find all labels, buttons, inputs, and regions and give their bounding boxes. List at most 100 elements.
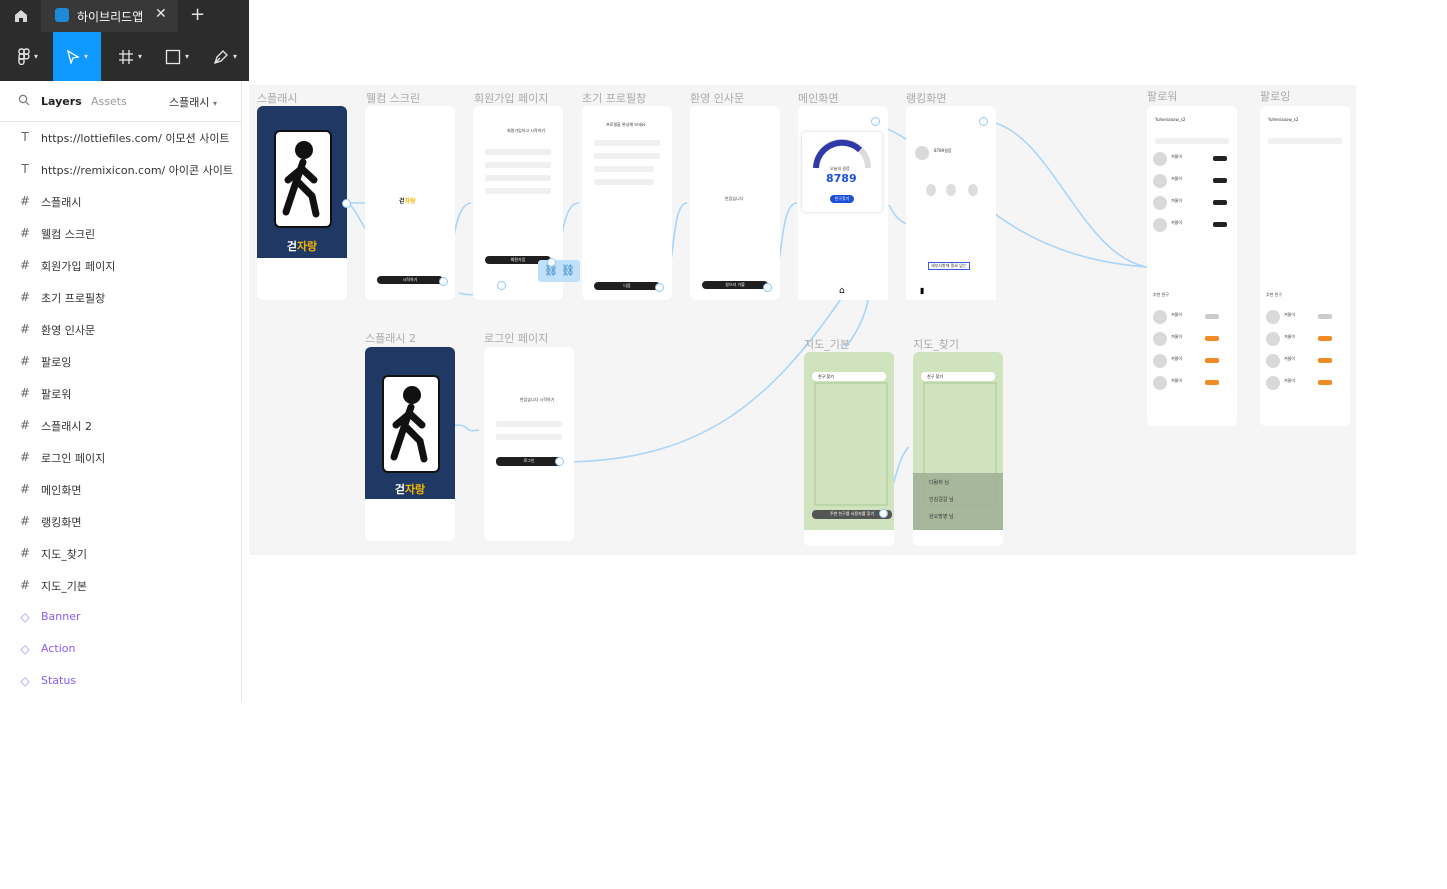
home-icon[interactable]: ⌂ [839,286,845,296]
follow-button[interactable] [1205,314,1219,319]
profile-field[interactable] [594,140,660,146]
connection-node[interactable] [871,117,880,126]
new-tab-button[interactable]: + [190,4,205,25]
follow-button[interactable] [1318,314,1332,319]
delete-button[interactable] [1213,200,1227,205]
connection-node[interactable] [342,199,351,208]
layer-row[interactable]: Thttps://lottiefiles.com/ 이모션 사이트 [0,121,240,153]
page-selector[interactable]: 스플래시 ▾ [169,94,217,110]
connection-node[interactable] [555,457,564,466]
login-field[interactable] [496,434,562,440]
pen-tool-button[interactable]: ▾ [205,32,245,81]
layer-row[interactable]: # 팔로워 [0,377,240,409]
home-button[interactable] [0,0,41,32]
layer-row[interactable]: # 팔로잉 [0,345,240,377]
frame-follower[interactable]: Yuheniaoow_s2 겨울이 겨울이 겨울이 겨울이 추천 친구 겨울이 … [1147,106,1237,426]
shape-tool-button[interactable]: ▾ [157,32,197,81]
profile-next-button[interactable]: 다음 [594,282,660,290]
profile-field[interactable] [594,179,654,185]
frame-label-following[interactable]: 팔로잉 [1260,88,1290,104]
layer-row[interactable]: # 지도_기본 [0,569,240,601]
frame-label-splash[interactable]: 스플래시 [257,90,297,106]
search-icon[interactable] [18,94,30,106]
layer-row[interactable]: # 웰컴 스크린 [0,217,240,249]
profile-field[interactable] [594,153,660,159]
layer-row[interactable]: # 랭킹화면 [0,505,240,537]
frame-splash2[interactable]: 걷자랑 [365,347,455,541]
follow-button[interactable] [1318,336,1332,341]
delete-button[interactable] [1213,156,1227,161]
layer-row[interactable]: Thttps://remixicon.com/ 아이콘 사이트 [0,153,240,185]
ranking-detail-button[interactable]: 세부사항에 필요 없는 [928,262,970,270]
frame-label-map-basic[interactable]: 지도_기본 [804,336,850,352]
move-tool-button[interactable]: ▾ [53,32,101,81]
signup-field[interactable] [485,175,551,181]
layer-row[interactable]: # 회원가입 페이지 [0,249,240,281]
follow-button[interactable] [1318,380,1332,385]
layer-row[interactable]: # 스플래시 2 [0,409,240,441]
connection-node[interactable] [655,283,664,292]
frame-map-find[interactable]: 친구 찾기 다람쥐 님 인김걸걸 님 완오방영 님 [913,352,1003,546]
frame-label-welcome[interactable]: 웰컴 스크린 [366,90,420,106]
login-field[interactable] [496,421,562,427]
welcome-start-button[interactable]: 시작하기 [377,276,443,284]
frame-label-profile[interactable]: 초기 프로필창 [582,90,646,106]
layer-row[interactable]: # 지도_찾기 [0,537,240,569]
map-search-bar[interactable]: 친구 찾기 [921,372,995,381]
design-canvas[interactable]: 스플래시 웰컴 스크린 회원가입 페이지 초기 프로필창 환영 인사문 메인화면… [249,85,1356,555]
delete-button[interactable] [1213,178,1227,183]
connection-node[interactable] [879,509,888,518]
connection-node[interactable] [547,258,556,267]
tab-layers[interactable]: Layers [41,95,82,108]
connection-node[interactable] [497,281,506,290]
nearby-user[interactable]: 완오방영 님 [929,513,954,520]
frame-greeting[interactable]: 반갑습니다 걸으러 가볼 [690,106,780,300]
frame-label-follower[interactable]: 팔로워 [1147,88,1177,104]
signup-field[interactable] [485,162,551,168]
main-menu-button[interactable]: ▾ [8,32,48,81]
layer-row[interactable]: # 메인화면 [0,473,240,505]
follow-button[interactable] [1205,336,1219,341]
layer-row[interactable]: # 로그인 페이지 [0,441,240,473]
delete-button[interactable] [1213,222,1227,227]
follow-button[interactable] [1318,358,1332,363]
follow-button[interactable] [1205,358,1219,363]
frame-label-map-find[interactable]: 지도_찾기 [913,336,959,352]
layer-row[interactable]: # 환영 인사문 [0,313,240,345]
tab-assets[interactable]: Assets [91,95,127,108]
profile-field[interactable] [594,166,654,172]
frame-profile[interactable]: 프로필을 완성해 보세요 다음 [582,106,672,300]
layer-row[interactable]: # 스플래시 [0,185,240,217]
map-search-bar[interactable]: 친구 찾기 [812,372,886,381]
link-badge[interactable]: ⛓ ⛓ [538,260,580,282]
find-friend-button[interactable]: 친구찾기 [830,195,854,203]
nearby-user[interactable]: 다람쥐 님 [929,479,949,486]
chart-icon[interactable]: ▮ [920,286,924,295]
signup-field[interactable] [485,188,551,194]
login-button[interactable]: 로그인 [496,457,562,466]
layer-row[interactable]: ◇ Status [0,665,240,697]
connection-node[interactable] [979,117,988,126]
frame-splash[interactable]: 걷자랑 [257,106,347,300]
frame-main[interactable]: 오늘의 걸음 8789 친구찾기 ⌂ [798,106,888,300]
frame-label-splash2[interactable]: 스플래시 2 [365,330,416,346]
layer-row[interactable]: ◇ Banner [0,601,240,633]
layer-row[interactable]: # 초기 프로필창 [0,281,240,313]
connection-node[interactable] [763,283,772,292]
search-field[interactable] [1155,138,1229,144]
file-tab[interactable]: 하이브리드앱 ✕ [41,0,178,32]
frame-tool-button[interactable]: ▾ [110,32,150,81]
frame-welcome[interactable]: 걷자랑 시작하기 [365,106,455,300]
close-tab-icon[interactable]: ✕ [155,6,167,22]
frame-label-greeting[interactable]: 환영 인사문 [690,90,744,106]
frame-following[interactable]: Yuheniaoow_s2 추천 친구 겨울이 겨울이 겨울이 겨울이 [1260,106,1350,426]
search-field[interactable] [1268,138,1342,144]
signup-field[interactable] [485,149,551,155]
frame-label-ranking[interactable]: 랭킹화면 [906,90,946,106]
frame-label-signup[interactable]: 회원가입 페이지 [474,90,548,106]
frame-label-main[interactable]: 메인화면 [798,90,838,106]
layer-row[interactable]: ◇ Action [0,633,240,665]
frame-ranking[interactable]: 8789걸음 세부사항에 필요 없는 ▮ [906,106,996,300]
frame-login[interactable]: 반갑습니다 시작하기 로그인 [484,347,574,541]
follow-button[interactable] [1205,380,1219,385]
